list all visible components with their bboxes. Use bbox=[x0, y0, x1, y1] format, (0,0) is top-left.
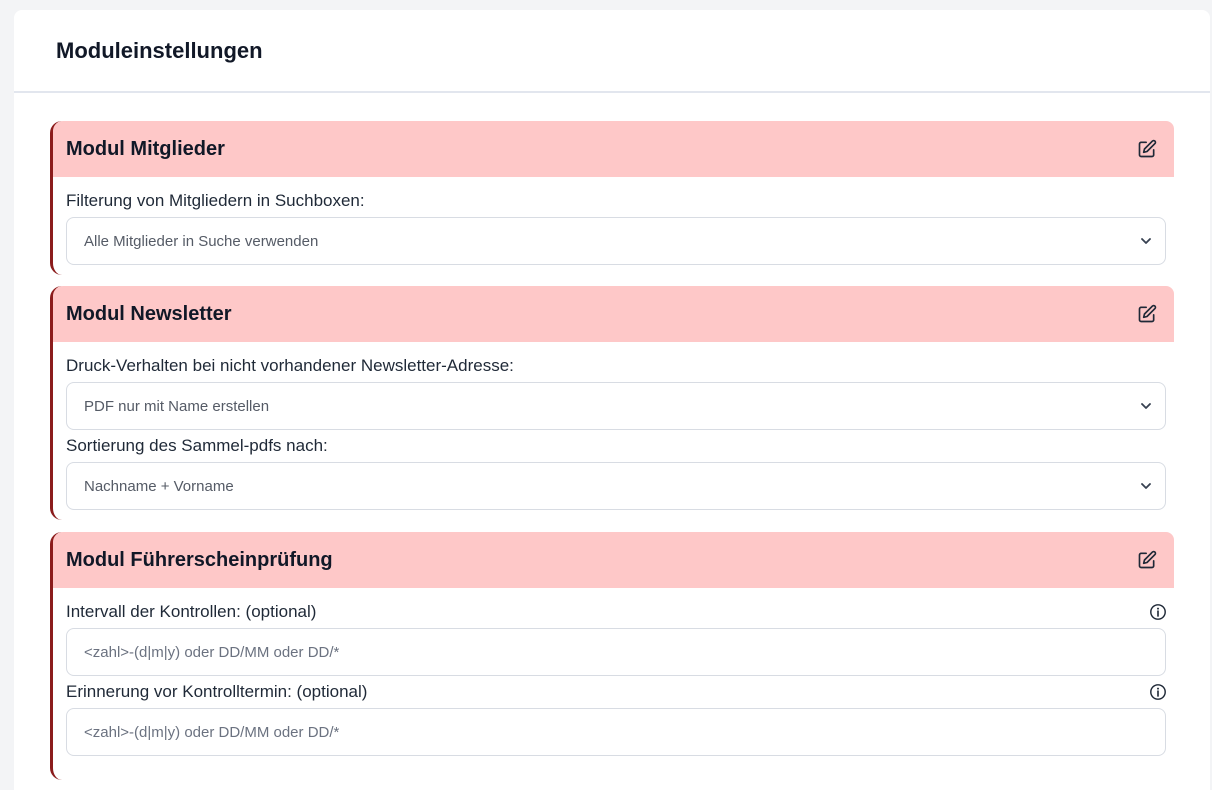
field-row: Filterung von Mitgliedern in Suchboxen: bbox=[53, 185, 1174, 217]
module-mitglieder: Modul Mitglieder Filterung von Mitgliede… bbox=[50, 121, 1174, 275]
info-circle-icon[interactable] bbox=[1148, 602, 1168, 622]
module-header: Modul Mitglieder bbox=[53, 121, 1174, 177]
reminder-label: Erinnerung vor Kontrolltermin: (optional… bbox=[66, 682, 368, 701]
chevron-down-icon bbox=[1139, 479, 1153, 493]
edit-module-mitglieder-button[interactable] bbox=[1134, 136, 1160, 162]
edit-module-fuehrerschein-button[interactable] bbox=[1134, 547, 1160, 573]
field-row: Druck-Verhalten bei nicht vorhandener Ne… bbox=[53, 350, 1174, 382]
edit-module-newsletter-button[interactable] bbox=[1134, 301, 1160, 327]
select-value: PDF nur mit Name erstellen bbox=[84, 397, 270, 415]
settings-card: Moduleinstellungen Modul Mitglieder Filt… bbox=[14, 10, 1210, 790]
pdf-sort-label: Sortierung des Sammel-pdfs nach: bbox=[66, 436, 328, 455]
filter-members-select[interactable]: Alle Mitglieder in Suche verwenden bbox=[66, 217, 1166, 265]
card-header: Moduleinstellungen bbox=[14, 10, 1210, 93]
print-behavior-select[interactable]: PDF nur mit Name erstellen bbox=[66, 382, 1166, 430]
reminder-input[interactable]: <zahl>-(d|m|y) oder DD/MM oder DD/* bbox=[66, 708, 1166, 756]
chevron-down-icon bbox=[1139, 234, 1153, 248]
control-interval-label: Intervall der Kontrollen: (optional) bbox=[66, 602, 317, 621]
module-fuehrerscheinpruefung: Modul Führerscheinprüfung Intervall der … bbox=[50, 532, 1174, 780]
input-placeholder: <zahl>-(d|m|y) oder DD/MM oder DD/* bbox=[84, 723, 340, 741]
input-placeholder: <zahl>-(d|m|y) oder DD/MM oder DD/* bbox=[84, 643, 340, 661]
module-newsletter: Modul Newsletter Druck-Verhalten bei nic… bbox=[50, 286, 1174, 520]
module-title: Modul Mitglieder bbox=[66, 137, 225, 160]
chevron-down-icon bbox=[1139, 399, 1153, 413]
pencil-square-icon bbox=[1138, 550, 1157, 569]
filter-members-label: Filterung von Mitgliedern in Suchboxen: bbox=[66, 191, 365, 210]
module-title: Modul Führerscheinprüfung bbox=[66, 548, 333, 571]
field-row: Erinnerung vor Kontrolltermin: (optional… bbox=[53, 676, 1174, 708]
module-title: Modul Newsletter bbox=[66, 302, 232, 325]
module-header: Modul Führerscheinprüfung bbox=[53, 532, 1174, 588]
print-behavior-label: Druck-Verhalten bei nicht vorhandener Ne… bbox=[66, 356, 514, 375]
select-value: Alle Mitglieder in Suche verwenden bbox=[84, 232, 319, 250]
field-row: Sortierung des Sammel-pdfs nach: bbox=[53, 430, 1174, 462]
select-value: Nachname + Vorname bbox=[84, 477, 234, 495]
pencil-square-icon bbox=[1138, 304, 1157, 323]
pencil-square-icon bbox=[1138, 139, 1157, 158]
page-title: Moduleinstellungen bbox=[56, 37, 263, 63]
module-header: Modul Newsletter bbox=[53, 286, 1174, 342]
field-row: Intervall der Kontrollen: (optional) bbox=[53, 596, 1174, 628]
control-interval-input[interactable]: <zahl>-(d|m|y) oder DD/MM oder DD/* bbox=[66, 628, 1166, 676]
pdf-sort-select[interactable]: Nachname + Vorname bbox=[66, 462, 1166, 510]
info-circle-icon[interactable] bbox=[1148, 682, 1168, 702]
